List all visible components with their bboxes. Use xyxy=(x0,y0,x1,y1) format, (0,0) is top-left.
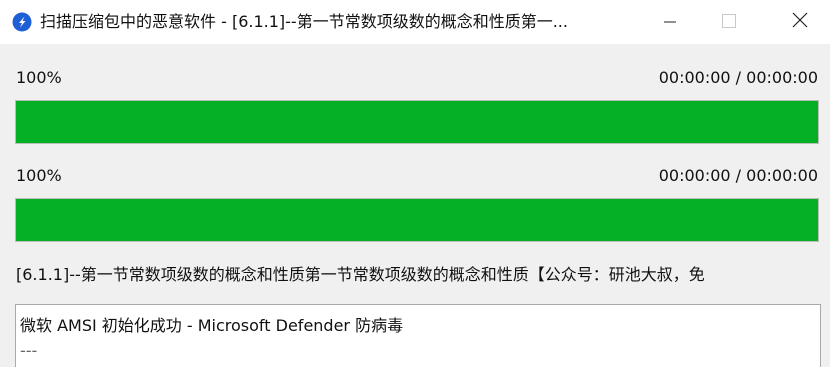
overall-progress-time: 00:00:00 / 00:00:00 xyxy=(658,68,818,87)
current-file-name: [6.1.1]--第一节常数项级数的概念和性质第一节常数项级数的概念和性质【公众… xyxy=(16,265,705,284)
overall-progress-bar xyxy=(15,100,819,144)
app-icon xyxy=(12,12,32,32)
maximize-button[interactable] xyxy=(706,0,752,44)
file-progress-bar xyxy=(15,198,819,242)
file-progress-percent: 100% xyxy=(16,166,62,185)
log-textarea[interactable]: 微软 AMSI 初始化成功 - Microsoft Defender 防病毒 -… xyxy=(15,304,821,367)
scan-window: 扫描压缩包中的恶意软件 - [6.1.1]--第一节常数项级数的概念和性质第一.… xyxy=(0,0,830,367)
overall-progress-percent: 100% xyxy=(16,68,62,87)
window-title: 扫描压缩包中的恶意软件 - [6.1.1]--第一节常数项级数的概念和性质第一.… xyxy=(40,12,568,31)
file-progress-fill xyxy=(16,199,818,241)
maximize-icon xyxy=(722,13,736,32)
minimize-button[interactable] xyxy=(647,0,693,44)
title-bar[interactable]: 扫描压缩包中的恶意软件 - [6.1.1]--第一节常数项级数的概念和性质第一.… xyxy=(0,0,830,44)
overall-progress-fill xyxy=(16,101,818,143)
minimize-icon xyxy=(664,13,676,32)
file-progress-time: 00:00:00 / 00:00:00 xyxy=(658,166,818,185)
log-line: --- xyxy=(20,341,38,360)
close-button[interactable] xyxy=(777,0,823,44)
close-icon xyxy=(792,12,808,32)
log-line: 微软 AMSI 初始化成功 - Microsoft Defender 防病毒 xyxy=(20,316,404,335)
